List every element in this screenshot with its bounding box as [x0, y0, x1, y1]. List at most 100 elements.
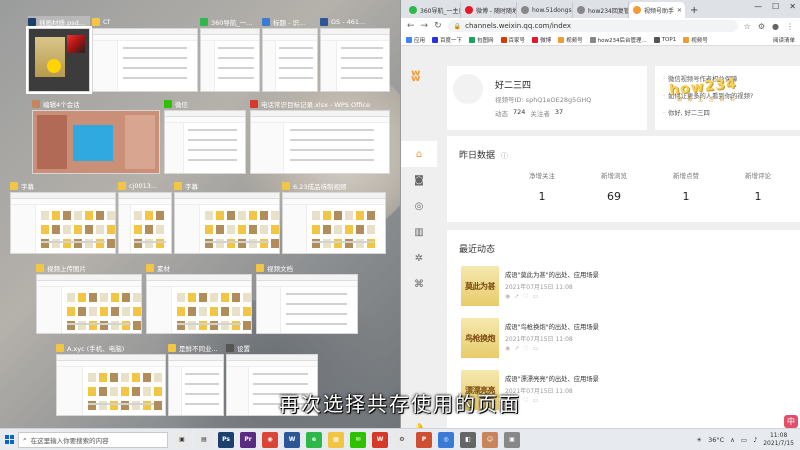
bookmark-favicon-icon — [532, 36, 539, 43]
minimize-icon[interactable]: — — [754, 2, 762, 11]
photoshop-app-icon[interactable]: Ps — [218, 431, 234, 448]
bookmark-item[interactable]: 百家号 — [500, 36, 525, 44]
recent-item[interactable]: 漂漂亮亮 成语"漂漂亮亮"的出处、应用场景 2021年07月15日 11:08 ◉↗♡… — [461, 370, 781, 410]
bookmark-item[interactable]: 视频号 — [683, 36, 708, 44]
comment-icon[interactable]: ▭ — [533, 345, 543, 352]
task-window-cj[interactable]: cj0013... — [118, 180, 172, 254]
profile-icon[interactable]: ● — [772, 22, 779, 31]
bookmark-item[interactable]: 微博 — [532, 36, 551, 44]
view-icon[interactable]: ◉ — [505, 397, 514, 404]
word-app-icon[interactable]: W — [284, 431, 300, 448]
tab-close-icon[interactable]: ✕ — [677, 7, 682, 14]
maximize-icon[interactable]: ☐ — [772, 2, 779, 11]
task-window-video623[interactable]: 6.23成品待制视频 — [282, 180, 386, 254]
premiere-app-icon[interactable]: Pr — [240, 431, 256, 448]
browser-tab[interactable]: 视频号助手 ✕ — [629, 2, 685, 18]
misc-app-icon[interactable]: ▣ — [504, 431, 520, 448]
like-icon[interactable]: ♡ — [523, 397, 532, 404]
channels-page: ʬ ⌂ ◙ ◎ ▥ ✲ ⌘ 好二三四 视频号ID: sphQ1eOE28g5GH… — [401, 46, 800, 428]
task-window-axyc[interactable]: A.xyc (手机、电脑) — [56, 342, 166, 416]
share-icon[interactable]: ↗ — [514, 293, 523, 300]
start-button[interactable] — [0, 429, 18, 450]
menu-icon[interactable]: ⋮ — [786, 22, 794, 31]
task-window-sucai[interactable]: 素材 — [146, 262, 252, 334]
camera-icon[interactable]: ◙ — [401, 167, 437, 193]
task-window-ps[interactable]: 插画材质.psd... — [26, 16, 92, 94]
explorer-app-icon[interactable]: ▦ — [328, 431, 344, 448]
task-view-button[interactable]: ▣ — [174, 431, 190, 448]
volume-icon[interactable]: ♪ — [753, 436, 757, 444]
share-icon[interactable]: ↗ — [514, 397, 523, 404]
recent-item[interactable]: 鸟枪换炮 成语"鸟枪换炮"的出处、应用场景 2021年07月15日 11:08 ◉↗♡… — [461, 318, 781, 358]
powerpoint-app-icon[interactable]: P — [416, 431, 432, 448]
reload-icon[interactable]: ↻ — [434, 21, 442, 31]
task-window-wendang[interactable]: 视频文档 — [256, 262, 358, 334]
extensions-icon[interactable]: ⚙ — [758, 22, 765, 31]
task-window-meiyou[interactable]: 是鲜不同业... — [168, 342, 224, 416]
settings-app-icon[interactable]: ⚙ — [394, 431, 410, 448]
taskbar-search[interactable]: ⌕ 在这里输入你要搜索的内容 — [18, 431, 168, 448]
wechat-app-icon[interactable]: ✉ — [350, 431, 366, 448]
new-tab-button[interactable]: + — [685, 5, 703, 18]
avatar-app-icon[interactable]: ☺ — [482, 431, 498, 448]
browser-tab[interactable]: how234回复管...✕ — [573, 2, 629, 18]
like-icon[interactable]: ♡ — [523, 345, 532, 352]
bookmark-item[interactable]: 应用 — [406, 36, 425, 44]
task-window-zimu2[interactable]: 字幕 — [174, 180, 280, 254]
network-icon[interactable]: ▭ — [741, 436, 747, 444]
bookmark-item[interactable]: 视频号 — [558, 36, 583, 44]
site-watermark-sub: 精 致 生 活 百 科 — [677, 97, 737, 103]
task-window-upload[interactable]: 视频上传图片 — [36, 262, 142, 334]
comment-icon[interactable]: ▭ — [533, 397, 543, 404]
address-bar[interactable]: 🔒 channels.weixin.qq.com/index — [447, 20, 738, 32]
clock[interactable]: 11:08 2021/7/15 — [763, 432, 794, 448]
browser-tab[interactable]: how.51dongshi.c...✕ — [517, 2, 573, 18]
bookmark-item[interactable]: 包图网 — [469, 36, 494, 44]
browser-app-icon[interactable]: ◎ — [438, 431, 454, 448]
browser-tab[interactable]: 360导航_一主页✕ — [405, 2, 461, 18]
recent-item[interactable]: 莫此为甚 成语"莫此为甚"的出处、应用场景 2021年07月15日 11:08 ◉↗♡… — [461, 266, 781, 306]
channels-logo-icon: ʬ — [411, 66, 421, 85]
browser-tab[interactable]: 微博 - 随时随地发现✕ — [461, 2, 517, 18]
share-icon[interactable]: ↗ — [514, 345, 523, 352]
folder-app-icon[interactable]: ▤ — [196, 431, 212, 448]
like-icon[interactable]: ♡ — [523, 293, 532, 300]
bookmark-star-icon[interactable]: ☆ — [744, 22, 751, 31]
task-window-chat4[interactable]: 编辑4个会话 — [32, 98, 160, 174]
settings-icon[interactable]: ✲ — [401, 245, 437, 271]
stat-value: 1 — [754, 190, 762, 203]
task-window-biaoti[interactable]: 标题 - 识... — [262, 16, 318, 92]
help-link-greeting[interactable]: 你好, 好二三四 — [663, 108, 793, 117]
tools-icon[interactable]: ⌘ — [401, 271, 437, 297]
task-window-zimu1[interactable]: 字幕 — [10, 180, 116, 254]
folder-icon — [92, 17, 100, 26]
comment-icon[interactable]: ▭ — [533, 293, 543, 300]
avatar[interactable] — [453, 74, 483, 104]
tray-chevron-icon[interactable]: ∧ — [730, 436, 735, 444]
forward-icon[interactable]: → — [421, 21, 429, 31]
task-window-cf[interactable]: Cf — [92, 16, 198, 92]
stats-icon[interactable]: ▥ — [401, 219, 437, 245]
360-app-icon[interactable]: e — [306, 431, 322, 448]
view-icon[interactable]: ◉ — [505, 293, 514, 300]
home-icon[interactable]: ⌂ — [401, 141, 437, 167]
bookmark-item[interactable]: how234后台管理... — [589, 36, 647, 44]
wps-app-icon[interactable]: W — [372, 431, 388, 448]
task-window-gs[interactable]: GS - 461... — [320, 16, 390, 92]
close-icon[interactable]: ✕ — [789, 2, 796, 11]
view-icon[interactable]: ◉ — [505, 345, 514, 352]
stat-column: 新增评论 1 — [723, 170, 793, 203]
task-window-360a[interactable]: 360导航_一... — [200, 16, 260, 92]
task-window-wps[interactable]: 电话常识目标记录.xlsx - WPS Office — [250, 98, 390, 174]
task-window-wechat[interactable]: 微信 — [164, 98, 246, 174]
info-icon[interactable]: ⓘ — [501, 152, 508, 160]
bookmark-item[interactable]: 百度一下 — [432, 36, 462, 44]
task-window-preview — [146, 274, 252, 334]
chrome-app-icon[interactable]: ◉ — [262, 431, 278, 448]
live-icon[interactable]: ◎ — [401, 193, 437, 219]
reading-list[interactable]: 阅读清单 — [773, 36, 795, 44]
bookmark-item[interactable]: TOP1 — [653, 36, 676, 44]
task-window-settings[interactable]: 设置 — [226, 342, 318, 416]
back-icon[interactable]: ← — [407, 21, 415, 31]
capture-app-icon[interactable]: ◧ — [460, 431, 476, 448]
